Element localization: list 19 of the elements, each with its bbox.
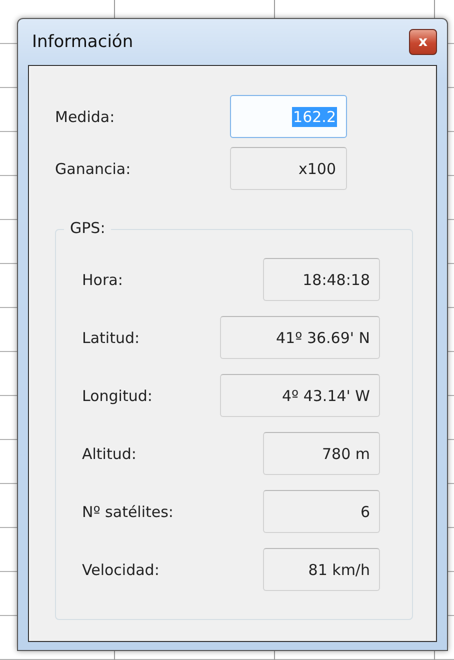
value-field[interactable]: 780 m [263,432,380,475]
value-field[interactable]: 41º 36.69' N [220,316,380,359]
value-field[interactable]: 6 [263,490,380,533]
field-label: Altitud: [82,444,136,462]
value-field[interactable]: 18:48:18 [263,258,380,301]
value-field[interactable]: x100 [230,147,347,190]
field-label: Velocidad: [82,560,160,578]
close-button[interactable]: x [409,29,437,55]
field-label: Medida: [55,108,115,126]
field-label: Ganancia: [55,160,131,178]
window-title: Información [31,32,134,52]
value-field[interactable]: 4º 43.14' W [220,374,380,417]
field-label: Nº satélites: [82,502,174,520]
value-field[interactable]: 81 km/h [263,548,380,591]
field-value: x100 [297,158,337,178]
field-label: Hora: [82,270,123,288]
field-label: Latitud: [82,328,140,346]
field-label: Longitud: [82,386,152,404]
field-value: 162.2 [292,106,337,126]
